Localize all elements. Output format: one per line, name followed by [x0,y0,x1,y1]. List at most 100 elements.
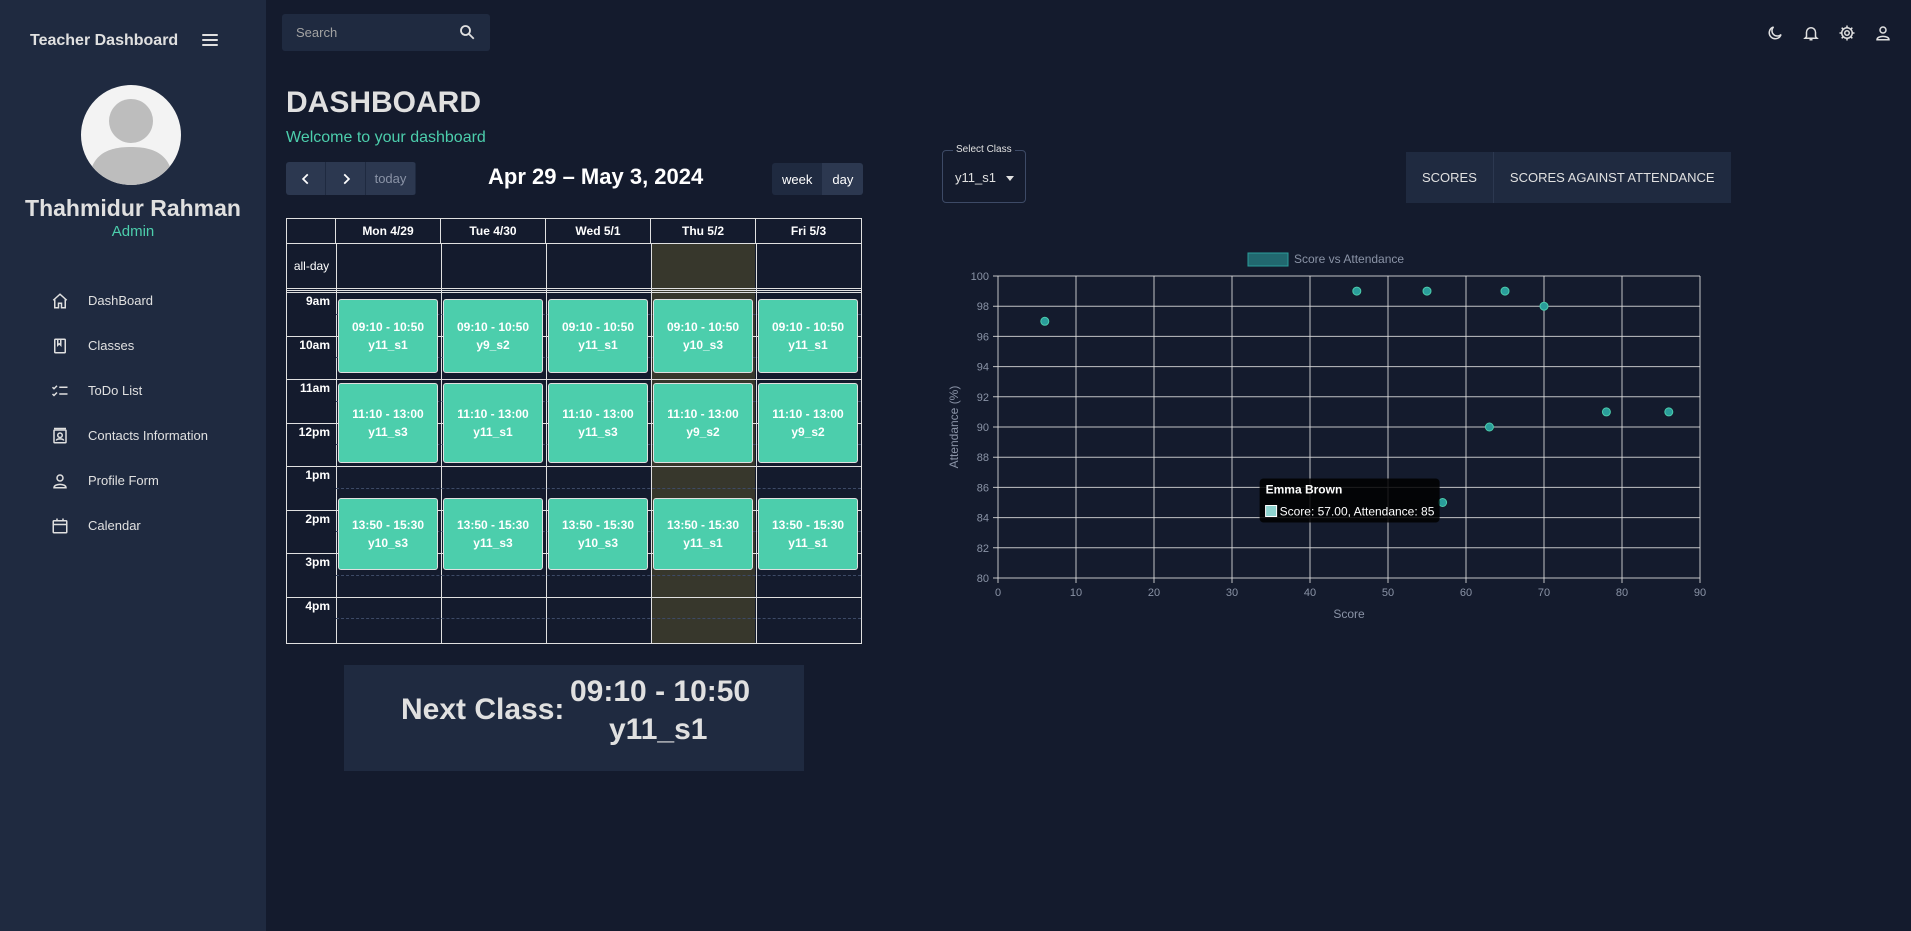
event-time: 09:10 - 10:50 [456,320,530,334]
calendar-event[interactable]: 09:10 - 10:50 y11_s1 [548,299,648,373]
user-name: Thahmidur Rahman [25,195,241,221]
bell-icon[interactable] [1793,20,1829,46]
event-time: 11:10 - 13:00 [562,407,634,421]
y-tick-label: 88 [977,452,989,464]
prev-button[interactable] [286,162,326,195]
sidebar-item-label: DashBoard [88,293,154,308]
x-axis-title: Score [1333,607,1365,621]
event-time: 11:10 - 13:00 [352,407,424,421]
calendar-event[interactable]: 13:50 - 15:30 y10_s3 [548,498,648,570]
event-class: y11_s1 [368,338,408,352]
sidebar-item-dashboard[interactable]: DashBoard [50,278,250,323]
tooltip-text: Score: 57.00, Attendance: 85 [1280,505,1435,519]
moon-icon[interactable] [1757,20,1793,46]
data-point [1539,301,1549,311]
legend-swatch [1247,252,1289,267]
x-tick-label: 60 [1460,587,1472,599]
data-point [1500,286,1510,296]
next-class-time: 09:10 - 10:50 [570,675,751,708]
sidebar-item-contacts[interactable]: Contacts Information [50,413,250,458]
event-class: y11_s1 [473,425,513,439]
calendar-event[interactable]: 11:10 - 13:00 y11_s3 [548,383,648,463]
calendar-event[interactable]: 11:10 - 13:00 y9_s2 [758,383,858,463]
next-class-label: Next Class: [401,693,565,726]
calendar-event[interactable]: 13:50 - 15:30 y11_s1 [653,498,753,570]
calendar-event[interactable]: 11:10 - 13:00 y9_s2 [653,383,753,463]
calendar-event[interactable]: 13:50 - 15:30 y11_s3 [443,498,543,570]
sidebar-item-calendar[interactable]: Calendar [50,503,250,548]
chevron-left-icon [301,173,308,184]
hour-label: 11am [299,381,330,395]
tab-scores[interactable]: SCORES [1406,152,1493,203]
calendar-event[interactable]: 09:10 - 10:50 y11_s1 [338,299,438,373]
next-class-card: Next Class: 09:10 - 10:50 y11_s1 [344,665,804,771]
sidebar-item-label: ToDo List [88,383,143,398]
event-time: 11:10 - 13:00 [667,407,739,421]
x-tick-label: 90 [1694,587,1706,599]
calendar-range-title: Apr 29 – May 3, 2024 [488,164,704,189]
day-view-button[interactable]: day [822,163,864,195]
next-class-name: y11_s1 [609,713,708,746]
sidebar-item-profile-form[interactable]: Profile Form [50,458,250,503]
event-class: y10_s3 [682,338,724,352]
calendar-event[interactable]: 09:10 - 10:50 y9_s2 [443,299,543,373]
event-class: y9_s2 [686,425,720,439]
x-tick-label: 0 [995,587,1001,599]
y-tick-label: 82 [977,543,989,555]
x-tick-label: 10 [1070,587,1082,599]
day-header: Mon 4/29 [336,219,441,244]
allday-divider [287,288,861,291]
sidebar-item-label: Classes [88,338,135,353]
event-time: 09:10 - 10:50 [771,320,845,334]
gear-icon[interactable] [1829,20,1865,46]
sidebar-item-label: Contacts Information [88,428,208,443]
data-point [1484,422,1494,432]
sidebar-item-todo[interactable]: ToDo List [50,368,250,413]
chevron-right-icon [343,173,350,184]
data-point [1438,498,1448,507]
avatar [81,85,181,185]
sidebar-item-classes[interactable]: Classes [50,323,250,368]
x-tick-label: 70 [1538,587,1550,599]
event-class: y11_s1 [683,536,723,550]
menu-icon[interactable] [202,34,218,48]
user-role: Admin [111,223,155,240]
week-view-button[interactable]: week [772,163,823,195]
event-time: 11:10 - 13:00 [457,407,529,421]
calendar-icon [50,516,70,536]
next-button[interactable] [326,162,366,195]
calendar-event[interactable]: 11:10 - 13:00 y11_s3 [338,383,438,463]
today-button[interactable]: today [366,162,416,195]
event-class: y9_s2 [476,338,510,352]
tooltip-swatch [1265,505,1278,517]
person-icon[interactable] [1865,20,1901,46]
sidebar: Teacher Dashboard Thahmidur Rahman Admin… [0,0,266,931]
calendar-event[interactable]: 11:10 - 13:00 y11_s1 [443,383,543,463]
sidebar-nav: DashBoard Classes ToDo List Contacts Inf… [50,278,250,548]
data-point [1040,316,1050,326]
hour-label: 9am [305,294,330,308]
event-time: 09:10 - 10:50 [351,320,425,334]
default-user-icon [89,99,173,185]
event-time: 13:50 - 15:30 [456,518,530,532]
search-input[interactable] [296,14,446,51]
hour-label: 10am [299,337,330,352]
calendar-event[interactable]: 09:10 - 10:50 y10_s3 [653,299,753,373]
calendar-event[interactable]: 09:10 - 10:50 y11_s1 [758,299,858,373]
select-class-label: Select Class [953,144,1015,155]
data-point [1422,286,1432,296]
select-class-dropdown[interactable]: Select Class y11_s1 [942,144,1026,203]
calendar-corner-header [287,219,336,244]
scatter-chart: 0 10 20 30 40 50 60 70 80 90 80 82 84 86 88 90 92 94 96 98 1… [947,252,1706,621]
calendar-event[interactable]: 13:50 - 15:30 y11_s1 [758,498,858,570]
tab-scores-against-attendance[interactable]: SCORES AGAINST ATTENDANCE [1492,152,1731,203]
event-class: y11_s1 [578,338,618,352]
calendar-event[interactable]: 13:50 - 15:30 y10_s3 [338,498,438,570]
y-tick-label: 96 [977,331,989,343]
hour-line [287,466,861,467]
search-icon[interactable] [458,23,478,43]
day-header: Thu 5/2 [651,219,756,244]
event-class: y11_s3 [578,425,618,439]
x-tick-label: 40 [1304,587,1316,599]
y-tick-label: 80 [977,573,989,585]
